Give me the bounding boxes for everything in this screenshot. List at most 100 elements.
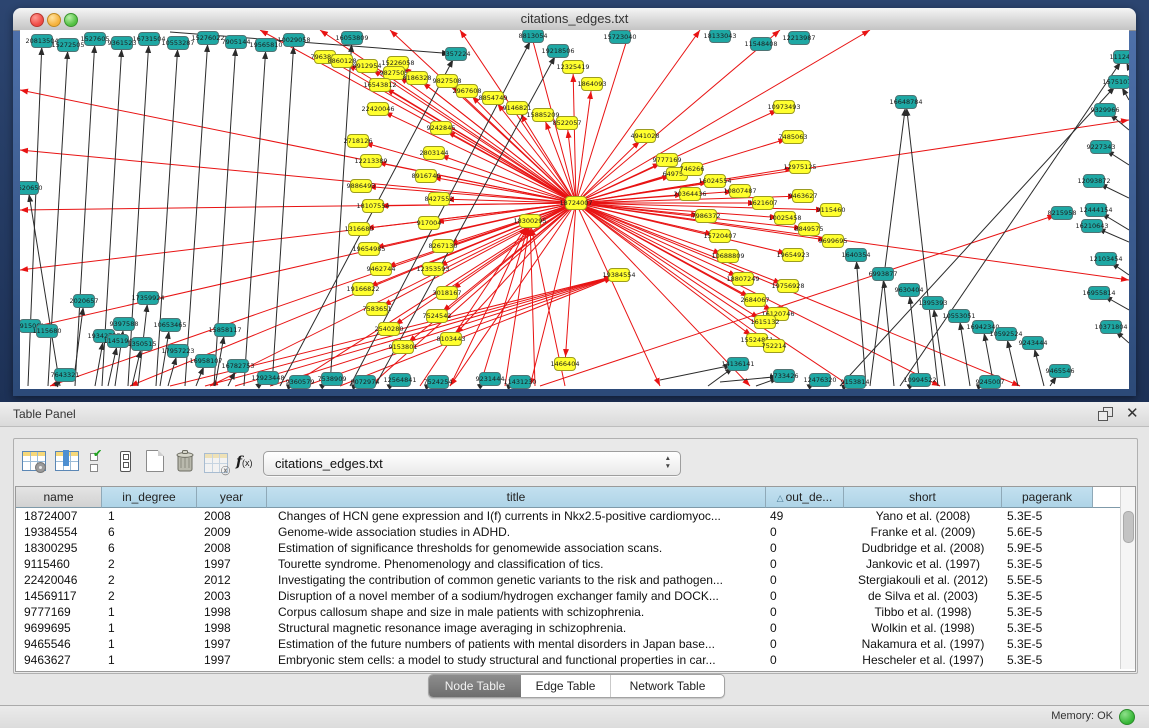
graph-node[interactable]: 11431230 <box>503 376 536 389</box>
graph-node[interactable]: 9115460 <box>817 204 846 217</box>
graph-node[interactable]: 1350515 <box>128 338 157 351</box>
cell-in_degree[interactable]: 1 <box>102 652 197 668</box>
graph-node[interactable]: 16053809 <box>335 32 368 45</box>
table-mode-icon[interactable] <box>22 449 48 477</box>
column-header-short[interactable]: short <box>844 487 1002 508</box>
graph-node[interactable]: 20364436 <box>673 188 706 201</box>
graph-node[interactable]: 1466404 <box>551 358 580 371</box>
graph-node[interactable]: 8522057 <box>553 117 582 130</box>
table-panel-header[interactable]: Table Panel ✕ <box>0 402 1149 427</box>
graph-node[interactable]: 19166822 <box>346 283 379 296</box>
cell-in_degree[interactable]: 2 <box>102 572 197 588</box>
table-row[interactable]: 1872400712008Changes of HCN gene express… <box>16 508 1121 524</box>
cell-pagerank[interactable]: 5.3E-5 <box>1002 636 1093 652</box>
graph-node[interactable]: 19218506 <box>541 45 574 58</box>
graph-node[interactable]: 2967608 <box>453 85 482 98</box>
cell-out_de[interactable]: 0 <box>766 524 844 540</box>
graph-node[interactable]: 9227343 <box>1087 141 1116 154</box>
graph-node[interactable]: 15858117 <box>208 324 241 337</box>
graph-node[interactable]: 19654985 <box>352 243 385 256</box>
graph-node[interactable]: 8103443 <box>437 333 466 346</box>
graph-node[interactable]: 12444154 <box>1079 204 1112 217</box>
table-row[interactable]: 911546021997Tourette syndrome. Phenomeno… <box>16 556 1121 572</box>
graph-node[interactable]: 10807487 <box>723 185 756 198</box>
graph-node[interactable]: 10994522 <box>903 374 936 387</box>
cell-name[interactable]: 14569117 <box>16 588 102 604</box>
cell-pagerank[interactable]: 5.3E-5 <box>1002 652 1093 668</box>
cell-in_degree[interactable]: 6 <box>102 524 197 540</box>
graph-node[interactable]: 14136141 <box>721 358 754 371</box>
graph-node[interactable]: 12476320 <box>803 374 836 387</box>
table-type-segmented-control[interactable]: Node TableEdge TableNetwork Table <box>428 674 725 698</box>
cell-name[interactable]: 9463627 <box>16 652 102 668</box>
table-row[interactable]: 946554611997Estimation of the future num… <box>16 636 1121 652</box>
graph-node[interactable]: 9360579 <box>286 376 315 389</box>
graph-node[interactable]: 8215958 <box>1048 207 1077 220</box>
graph-node[interactable]: 1615132 <box>751 316 780 329</box>
cell-in_degree[interactable]: 6 <box>102 540 197 556</box>
cell-out_de[interactable]: 0 <box>766 556 844 572</box>
graph-node[interactable]: 7643321 <box>51 369 80 382</box>
cell-name[interactable]: 9699695 <box>16 620 102 636</box>
cell-in_degree[interactable]: 2 <box>102 556 197 572</box>
graph-node[interactable]: 15751074 <box>1102 76 1129 89</box>
graph-node[interactable]: 11548408 <box>744 38 777 51</box>
tab-edge-table[interactable]: Edge Table <box>521 675 611 697</box>
memory-ok-indicator-icon[interactable] <box>1119 709 1135 725</box>
graph-node[interactable]: 7524542 <box>423 310 452 323</box>
graph-node[interactable]: 9072974 <box>351 376 380 389</box>
cell-pagerank[interactable]: 5.6E-5 <box>1002 524 1093 540</box>
cell-title[interactable]: Embryonic stem cells: a model to study s… <box>267 652 766 668</box>
graph-node[interactable]: 9463627 <box>789 190 818 203</box>
cell-name[interactable]: 22420046 <box>16 572 102 588</box>
graph-node[interactable]: 8912954 <box>353 60 382 73</box>
cell-pagerank[interactable]: 5.9E-5 <box>1002 540 1093 556</box>
table-body[interactable]: 1872400712008Changes of HCN gene express… <box>16 508 1121 668</box>
graph-node[interactable]: 3018167 <box>433 287 462 300</box>
graph-node[interactable]: 9777169 <box>653 154 682 167</box>
graph-node[interactable]: 18107554 <box>356 200 389 213</box>
tab-node-table[interactable]: Node Table <box>429 675 521 697</box>
graph-node[interactable]: 2540280 <box>375 323 404 336</box>
table-row[interactable]: 977716911998Corpus callosum shape and si… <box>16 604 1121 620</box>
graph-node[interactable]: 4941028 <box>631 130 660 143</box>
graph-node[interactable]: 10371804 <box>1094 321 1127 334</box>
cell-in_degree[interactable]: 2 <box>102 588 197 604</box>
close-panel-icon[interactable]: ✕ <box>1126 404 1139 422</box>
cell-title[interactable]: Disruption of a novel member of a sodium… <box>267 588 766 604</box>
graph-node[interactable]: 8854749 <box>479 92 508 105</box>
show-column-icon[interactable] <box>55 449 81 477</box>
graph-node[interactable]: 16958107 <box>189 355 222 368</box>
network-window-titlebar[interactable]: citations_edges.txt <box>13 8 1136 31</box>
graph-node[interactable]: 1527605 <box>81 33 110 46</box>
graph-node[interactable]: 17359924 <box>131 292 164 305</box>
graph-node[interactable]: 8267130 <box>429 240 458 253</box>
cell-name[interactable]: 9465546 <box>16 636 102 652</box>
graph-node[interactable]: 1640354 <box>842 249 871 262</box>
graph-node[interactable]: 9699695 <box>819 235 848 248</box>
table-row[interactable]: 946362711997Embryonic stem cells: a mode… <box>16 652 1121 668</box>
graph-node[interactable]: 2684067 <box>741 294 770 307</box>
graph-node[interactable]: 1621607 <box>749 197 778 210</box>
cell-title[interactable]: Corpus callosum shape and size in male p… <box>267 604 766 620</box>
cell-short[interactable]: Nakamura et al. (1997) <box>844 636 1002 652</box>
graph-node[interactable]: 19756928 <box>771 280 804 293</box>
column-header-out_de[interactable]: △out_de... <box>766 487 844 508</box>
cell-year[interactable]: 1998 <box>197 620 267 636</box>
graph-node[interactable]: 9329966 <box>1091 104 1120 117</box>
cell-out_de[interactable]: 0 <box>766 652 844 668</box>
cell-in_degree[interactable]: 1 <box>102 620 197 636</box>
graph-node[interactable]: 1316680 <box>345 223 374 236</box>
graph-node[interactable]: 7485063 <box>779 131 808 144</box>
column-header-year[interactable]: year <box>197 487 267 508</box>
cell-short[interactable]: de Silva et al. (2003) <box>844 588 1002 604</box>
graph-node[interactable]: 2020657 <box>70 295 99 308</box>
graph-node[interactable]: 1115680 <box>33 325 62 338</box>
cell-year[interactable]: 2008 <box>197 508 267 524</box>
table-row[interactable]: 1456911722003Disruption of a novel membe… <box>16 588 1121 604</box>
cell-year[interactable]: 2003 <box>197 588 267 604</box>
cell-year[interactable]: 1997 <box>197 636 267 652</box>
graph-node[interactable]: 8813054 <box>519 30 548 43</box>
cell-year[interactable]: 1998 <box>197 604 267 620</box>
cell-out_de[interactable]: 0 <box>766 572 844 588</box>
